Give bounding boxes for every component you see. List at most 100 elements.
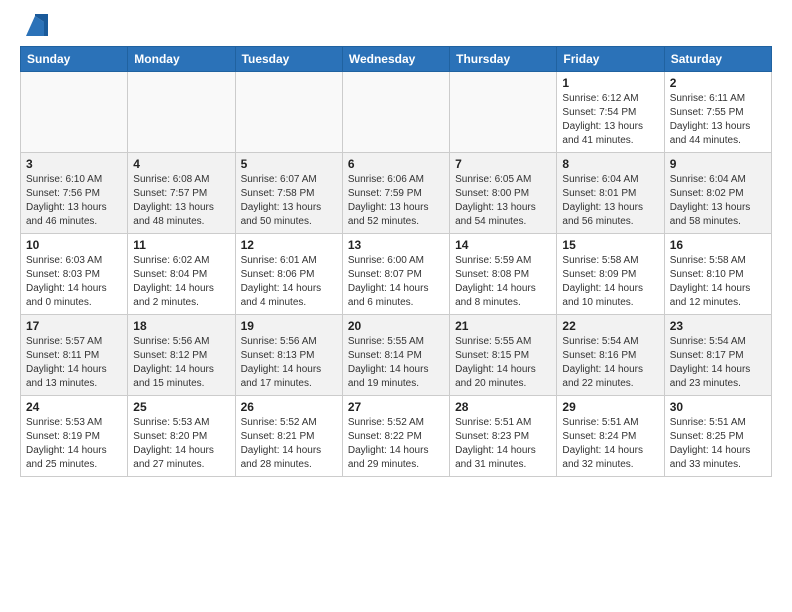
day-number: 24 <box>26 400 122 414</box>
calendar-cell: 20 Sunrise: 5:55 AM Sunset: 8:14 PM Dayli… <box>342 315 449 396</box>
day-info: Sunrise: 6:04 AM Sunset: 8:02 PM Dayligh… <box>670 173 766 229</box>
day-info: Sunrise: 6:10 AM Sunset: 7:56 PM Dayligh… <box>26 173 122 229</box>
day-number: 30 <box>670 400 766 414</box>
day-number: 22 <box>562 319 658 333</box>
day-number: 1 <box>562 76 658 90</box>
day-number: 9 <box>670 157 766 171</box>
day-number: 19 <box>241 319 337 333</box>
calendar-week-row: 1 Sunrise: 6:12 AM Sunset: 7:54 PM Daylig… <box>21 72 772 153</box>
day-number: 26 <box>241 400 337 414</box>
day-number: 25 <box>133 400 229 414</box>
calendar-cell: 27 Sunrise: 5:52 AM Sunset: 8:22 PM Dayli… <box>342 396 449 477</box>
day-info: Sunrise: 6:02 AM Sunset: 8:04 PM Dayligh… <box>133 254 229 310</box>
calendar-cell: 9 Sunrise: 6:04 AM Sunset: 8:02 PM Daylig… <box>664 153 771 234</box>
day-number: 29 <box>562 400 658 414</box>
day-number: 12 <box>241 238 337 252</box>
calendar-cell: 28 Sunrise: 5:51 AM Sunset: 8:23 PM Dayli… <box>450 396 557 477</box>
calendar-cell: 23Sunrise: 5:54 AM Sunset: 8:17 PM Dayli… <box>664 315 771 396</box>
calendar-cell: 3Sunrise: 6:10 AM Sunset: 7:56 PM Daylig… <box>21 153 128 234</box>
weekday-header: Tuesday <box>235 47 342 72</box>
calendar-cell: 2 Sunrise: 6:11 AM Sunset: 7:55 PM Daylig… <box>664 72 771 153</box>
calendar-cell: 30 Sunrise: 5:51 AM Sunset: 8:25 PM Dayli… <box>664 396 771 477</box>
day-number: 10 <box>26 238 122 252</box>
day-info: Sunrise: 5:56 AM Sunset: 8:13 PM Dayligh… <box>241 335 337 391</box>
day-info: Sunrise: 5:54 AM Sunset: 8:16 PM Dayligh… <box>562 335 658 391</box>
calendar-cell: 21 Sunrise: 5:55 AM Sunset: 8:15 PM Dayli… <box>450 315 557 396</box>
calendar-cell: 1 Sunrise: 6:12 AM Sunset: 7:54 PM Daylig… <box>557 72 664 153</box>
day-number: 27 <box>348 400 444 414</box>
day-info: Sunrise: 5:59 AM Sunset: 8:08 PM Dayligh… <box>455 254 551 310</box>
day-info: Sunrise: 6:07 AM Sunset: 7:58 PM Dayligh… <box>241 173 337 229</box>
day-info: Sunrise: 5:51 AM Sunset: 8:24 PM Dayligh… <box>562 416 658 472</box>
day-info: Sunrise: 5:53 AM Sunset: 8:20 PM Dayligh… <box>133 416 229 472</box>
day-number: 17 <box>26 319 122 333</box>
calendar-week-row: 24Sunrise: 5:53 AM Sunset: 8:19 PM Dayli… <box>21 396 772 477</box>
calendar-cell: 4 Sunrise: 6:08 AM Sunset: 7:57 PM Daylig… <box>128 153 235 234</box>
calendar-header-row: SundayMondayTuesdayWednesdayThursdayFrid… <box>21 47 772 72</box>
weekday-header: Friday <box>557 47 664 72</box>
day-info: Sunrise: 5:52 AM Sunset: 8:22 PM Dayligh… <box>348 416 444 472</box>
header <box>20 16 772 36</box>
day-info: Sunrise: 6:01 AM Sunset: 8:06 PM Dayligh… <box>241 254 337 310</box>
calendar-cell <box>21 72 128 153</box>
weekday-header: Saturday <box>664 47 771 72</box>
calendar-cell <box>342 72 449 153</box>
day-info: Sunrise: 6:00 AM Sunset: 8:07 PM Dayligh… <box>348 254 444 310</box>
day-number: 21 <box>455 319 551 333</box>
day-number: 18 <box>133 319 229 333</box>
calendar-cell: 17 Sunrise: 5:57 AM Sunset: 8:11 PM Dayli… <box>21 315 128 396</box>
weekday-header: Monday <box>128 47 235 72</box>
calendar-cell: 18 Sunrise: 5:56 AM Sunset: 8:12 PM Dayli… <box>128 315 235 396</box>
calendar-cell: 25 Sunrise: 5:53 AM Sunset: 8:20 PM Dayli… <box>128 396 235 477</box>
day-info: Sunrise: 5:55 AM Sunset: 8:15 PM Dayligh… <box>455 335 551 391</box>
day-number: 4 <box>133 157 229 171</box>
calendar-cell: 8 Sunrise: 6:04 AM Sunset: 8:01 PM Daylig… <box>557 153 664 234</box>
weekday-header: Wednesday <box>342 47 449 72</box>
day-info: Sunrise: 6:08 AM Sunset: 7:57 PM Dayligh… <box>133 173 229 229</box>
calendar-cell: 16 Sunrise: 5:58 AM Sunset: 8:10 PM Dayli… <box>664 234 771 315</box>
calendar-cell: 10 Sunrise: 6:03 AM Sunset: 8:03 PM Dayli… <box>21 234 128 315</box>
calendar-cell: 5 Sunrise: 6:07 AM Sunset: 7:58 PM Daylig… <box>235 153 342 234</box>
day-info: Sunrise: 5:51 AM Sunset: 8:23 PM Dayligh… <box>455 416 551 472</box>
day-number: 2 <box>670 76 766 90</box>
calendar-cell <box>128 72 235 153</box>
day-number: 14 <box>455 238 551 252</box>
calendar-cell: 15 Sunrise: 5:58 AM Sunset: 8:09 PM Dayli… <box>557 234 664 315</box>
day-info: Sunrise: 6:11 AM Sunset: 7:55 PM Dayligh… <box>670 92 766 148</box>
calendar-cell <box>450 72 557 153</box>
day-info: Sunrise: 5:57 AM Sunset: 8:11 PM Dayligh… <box>26 335 122 391</box>
day-number: 16 <box>670 238 766 252</box>
day-number: 15 <box>562 238 658 252</box>
logo-icon <box>22 14 48 40</box>
calendar-cell: 29 Sunrise: 5:51 AM Sunset: 8:24 PM Dayli… <box>557 396 664 477</box>
day-number: 7 <box>455 157 551 171</box>
day-info: Sunrise: 5:52 AM Sunset: 8:21 PM Dayligh… <box>241 416 337 472</box>
calendar-cell: 14 Sunrise: 5:59 AM Sunset: 8:08 PM Dayli… <box>450 234 557 315</box>
calendar-cell: 22 Sunrise: 5:54 AM Sunset: 8:16 PM Dayli… <box>557 315 664 396</box>
calendar-cell: 7Sunrise: 6:05 AM Sunset: 8:00 PM Daylig… <box>450 153 557 234</box>
weekday-header: Thursday <box>450 47 557 72</box>
day-info: Sunrise: 6:06 AM Sunset: 7:59 PM Dayligh… <box>348 173 444 229</box>
weekday-header: Sunday <box>21 47 128 72</box>
day-info: Sunrise: 6:04 AM Sunset: 8:01 PM Dayligh… <box>562 173 658 229</box>
day-info: Sunrise: 5:55 AM Sunset: 8:14 PM Dayligh… <box>348 335 444 391</box>
day-info: Sunrise: 6:12 AM Sunset: 7:54 PM Dayligh… <box>562 92 658 148</box>
day-info: Sunrise: 5:58 AM Sunset: 8:10 PM Dayligh… <box>670 254 766 310</box>
day-number: 11 <box>133 238 229 252</box>
day-number: 20 <box>348 319 444 333</box>
day-number: 28 <box>455 400 551 414</box>
calendar-cell: 24Sunrise: 5:53 AM Sunset: 8:19 PM Dayli… <box>21 396 128 477</box>
logo <box>20 16 48 36</box>
day-number: 5 <box>241 157 337 171</box>
day-info: Sunrise: 5:51 AM Sunset: 8:25 PM Dayligh… <box>670 416 766 472</box>
day-info: Sunrise: 5:56 AM Sunset: 8:12 PM Dayligh… <box>133 335 229 391</box>
day-info: Sunrise: 6:03 AM Sunset: 8:03 PM Dayligh… <box>26 254 122 310</box>
calendar-table: SundayMondayTuesdayWednesdayThursdayFrid… <box>20 46 772 477</box>
day-number: 23 <box>670 319 766 333</box>
page: SundayMondayTuesdayWednesdayThursdayFrid… <box>0 0 792 493</box>
calendar-cell: 11 Sunrise: 6:02 AM Sunset: 8:04 PM Dayli… <box>128 234 235 315</box>
day-number: 8 <box>562 157 658 171</box>
calendar-cell: 12 Sunrise: 6:01 AM Sunset: 8:06 PM Dayli… <box>235 234 342 315</box>
calendar-cell: 13Sunrise: 6:00 AM Sunset: 8:07 PM Dayli… <box>342 234 449 315</box>
day-info: Sunrise: 5:58 AM Sunset: 8:09 PM Dayligh… <box>562 254 658 310</box>
